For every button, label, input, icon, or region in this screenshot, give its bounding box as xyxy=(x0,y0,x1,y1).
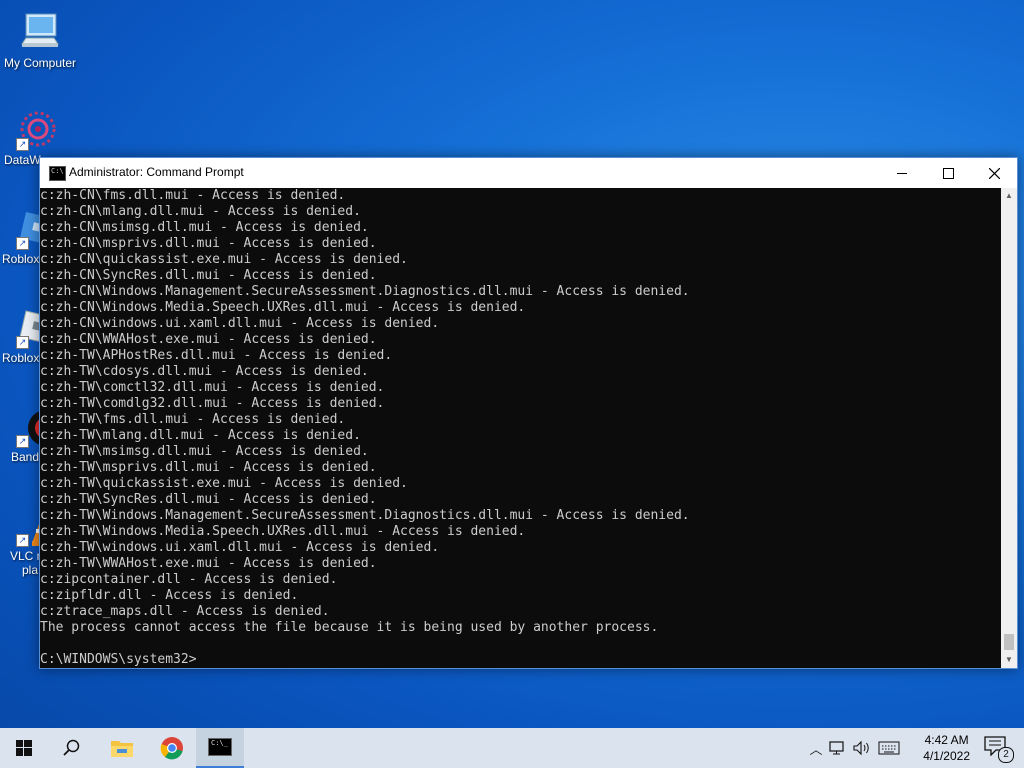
file-explorer-icon xyxy=(111,741,133,757)
shortcut-arrow-icon: ↗ xyxy=(16,336,29,349)
console-line: c:zh-TW\Windows.Media.Speech.UXRes.dll.m… xyxy=(40,524,526,539)
console-line: c:zh-TW\windows.ui.xaml.dll.mui - Access… xyxy=(40,540,440,555)
console-line: c:zh-TW\msimsg.dll.mui - Access is denie… xyxy=(40,444,369,459)
console-line: c:zh-CN\mlang.dll.mui - Access is denied… xyxy=(40,204,361,219)
chrome-icon xyxy=(160,737,183,760)
maximize-icon xyxy=(942,167,954,179)
shortcut-arrow-icon: ↗ xyxy=(16,534,29,547)
console-line: c:zh-TW\msprivs.dll.mui - Access is deni… xyxy=(40,460,377,475)
scroll-thumb[interactable] xyxy=(1004,634,1014,650)
volume-icon[interactable] xyxy=(852,740,872,756)
notification-center-button[interactable]: 2 xyxy=(984,736,1014,763)
scroll-up-icon[interactable]: ▲ xyxy=(1001,188,1017,204)
maximize-button[interactable] xyxy=(925,158,971,188)
console-line: c:zipcontainer.dll - Access is denied. xyxy=(40,572,338,587)
system-tray: ︿ xyxy=(806,728,900,768)
scroll-down-icon[interactable]: ▼ xyxy=(1001,652,1017,668)
clock-time: 4:42 AM xyxy=(924,733,969,747)
window-title: Administrator: Command Prompt xyxy=(69,165,244,179)
close-icon xyxy=(988,167,1000,179)
search-button[interactable] xyxy=(48,728,96,768)
command-prompt-line[interactable]: C:\WINDOWS\system32> xyxy=(40,652,1000,668)
console-line: c:zh-CN\Windows.Media.Speech.UXRes.dll.m… xyxy=(40,300,526,315)
chrome-button[interactable] xyxy=(148,728,196,768)
close-button[interactable] xyxy=(971,158,1017,188)
console-line: c:zh-TW\cdosys.dll.mui - Access is denie… xyxy=(40,364,369,379)
console-line: c:zh-TW\APHostRes.dll.mui - Access is de… xyxy=(40,348,393,363)
console-line: c:zh-TW\comctl32.dll.mui - Access is den… xyxy=(40,380,385,395)
console-line: c:zh-CN\msimsg.dll.mui - Access is denie… xyxy=(40,220,369,235)
console-line: c:zh-TW\Windows.Management.SecureAssessm… xyxy=(40,508,690,523)
console-output[interactable]: c:zh-CN\fms.dll.mui - Access is denied. … xyxy=(40,188,1000,668)
command-prompt-window[interactable]: C:\ Administrator: Command Prompt c:zh-C… xyxy=(39,157,1018,669)
command-prompt-icon: C:\ xyxy=(49,166,66,181)
start-icon xyxy=(16,740,32,756)
vertical-scrollbar[interactable]: ▲ ▼ xyxy=(1001,188,1017,668)
desktop-icon-my-computer[interactable]: My Computer xyxy=(0,10,80,70)
console-line: c:zipfldr.dll - Access is denied. xyxy=(40,588,299,603)
console-line: c:zh-TW\mlang.dll.mui - Access is denied… xyxy=(40,428,361,443)
console-line: c:zh-CN\quickassist.exe.mui - Access is … xyxy=(40,252,408,267)
console-line: c:zh-TW\comdlg32.dll.mui - Access is den… xyxy=(40,396,385,411)
console-line: c:zh-CN\msprivs.dll.mui - Access is deni… xyxy=(40,236,377,251)
file-explorer-button[interactable] xyxy=(98,728,146,768)
console-line: c:zh-CN\Windows.Management.SecureAssessm… xyxy=(40,284,690,299)
datawrapper-icon: ↗ xyxy=(16,107,60,151)
desktop-icon-label: My Computer xyxy=(3,56,77,70)
search-icon xyxy=(63,739,80,756)
console-line: c:ztrace_maps.dll - Access is denied. xyxy=(40,604,330,619)
console-line: c:zh-TW\SyncRes.dll.mui - Access is deni… xyxy=(40,492,377,507)
console-line: c:zh-CN\SyncRes.dll.mui - Access is deni… xyxy=(40,268,377,283)
network-icon[interactable] xyxy=(828,740,846,756)
console-line: c:zh-CN\fms.dll.mui - Access is denied. xyxy=(40,188,346,203)
command-prompt-taskbar-button[interactable]: C:\_ xyxy=(196,728,244,768)
console-line: c:zh-CN\windows.ui.xaml.dll.mui - Access… xyxy=(40,316,440,331)
console-line: c:zh-TW\WWAHost.exe.mui - Access is deni… xyxy=(40,556,377,571)
console-line: c:zh-TW\fms.dll.mui - Access is denied. xyxy=(40,412,346,427)
start-button[interactable] xyxy=(0,728,48,768)
window-titlebar[interactable]: C:\ Administrator: Command Prompt xyxy=(40,158,1017,188)
clock-date: 4/1/2022 xyxy=(923,749,970,763)
taskbar-clock[interactable]: 4:42 AM 4/1/2022 xyxy=(923,732,970,764)
command-prompt-icon: C:\_ xyxy=(208,738,232,756)
shortcut-arrow-icon: ↗ xyxy=(16,237,29,250)
console-line: c:zh-TW\quickassist.exe.mui - Access is … xyxy=(40,476,408,491)
minimize-button[interactable] xyxy=(879,158,925,188)
console-line: c:zh-CN\WWAHost.exe.mui - Access is deni… xyxy=(40,332,377,347)
computer-icon xyxy=(18,10,62,54)
chevron-up-icon[interactable]: ︿ xyxy=(806,739,826,758)
taskbar: C:\_ ︿ 4:42 AM 4/1/2022 2 xyxy=(0,728,1024,768)
notification-count-badge: 2 xyxy=(998,747,1014,763)
minimize-icon xyxy=(897,172,907,174)
shortcut-arrow-icon: ↗ xyxy=(16,435,29,448)
keyboard-icon[interactable] xyxy=(878,741,900,755)
console-line: The process cannot access the file becau… xyxy=(40,620,659,635)
shortcut-arrow-icon: ↗ xyxy=(16,138,29,151)
